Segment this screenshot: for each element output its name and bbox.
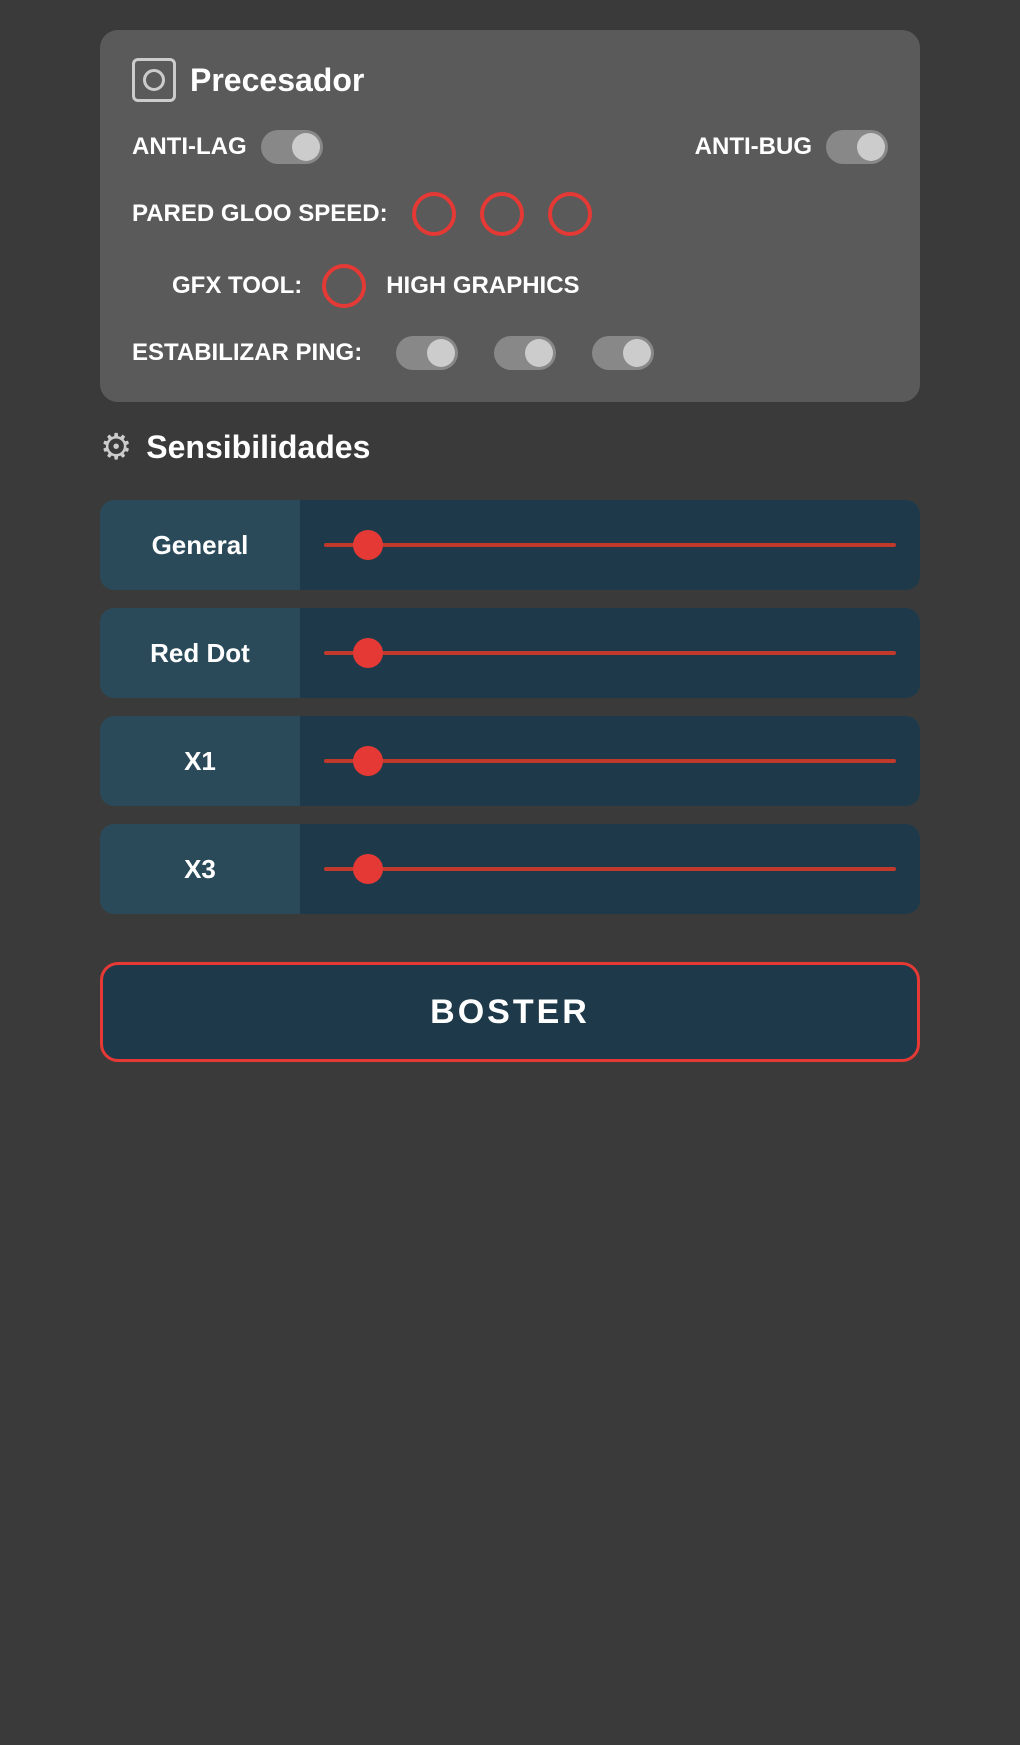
slider-general-label: General [152, 530, 249, 561]
gfx-label: GFX TOOL: [172, 272, 302, 300]
slider-x3-track[interactable] [324, 867, 896, 871]
slider-x1: X1 [100, 716, 920, 806]
slider-general-label-box: General [100, 500, 300, 590]
precesador-icon [132, 58, 176, 102]
slider-reddot-label-box: Red Dot [100, 608, 300, 698]
sensibilidades-title: Sensibilidades [146, 429, 370, 466]
anti-bug-label: ANTI-BUG [695, 133, 812, 161]
slider-reddot-thumb[interactable] [353, 638, 383, 668]
slider-x3-label-box: X3 [100, 824, 300, 914]
ping-toggle-3[interactable] [592, 336, 654, 370]
slider-x1-label-box: X1 [100, 716, 300, 806]
main-container: Precesador ANTI-LAG ANTI-BUG PARED GLOO … [100, 30, 920, 1062]
sensibilidades-header: ⚙ Sensibilidades [100, 426, 920, 468]
gfx-row: GFX TOOL: HIGH GRAPHICS [132, 264, 888, 308]
pared-radio-3[interactable] [548, 192, 592, 236]
anti-lag-item: ANTI-LAG [132, 130, 323, 164]
anti-bug-toggle[interactable] [826, 130, 888, 164]
slider-x1-track[interactable] [324, 759, 896, 763]
ping-toggle-2[interactable] [494, 336, 556, 370]
precesador-card: Precesador ANTI-LAG ANTI-BUG PARED GLOO … [100, 30, 920, 402]
slider-x1-label: X1 [184, 746, 216, 777]
pared-radio-1[interactable] [412, 192, 456, 236]
pared-radio-2[interactable] [480, 192, 524, 236]
sliders-container: General Red Dot X1 [100, 500, 920, 932]
slider-reddot-label: Red Dot [150, 638, 250, 669]
estabilizar-row: ESTABILIZAR PING: [132, 336, 888, 370]
anti-lag-label: ANTI-LAG [132, 133, 247, 161]
anti-bug-item: ANTI-BUG [695, 130, 888, 164]
gfx-radio[interactable] [322, 264, 366, 308]
slider-x3-label: X3 [184, 854, 216, 885]
pared-row: PARED GLOO SPEED: [132, 192, 888, 236]
slider-x3: X3 [100, 824, 920, 914]
precesador-header: Precesador [132, 58, 888, 102]
slider-general-thumb[interactable] [353, 530, 383, 560]
slider-x3-track-box [300, 824, 920, 914]
boster-button[interactable]: BOSTER [100, 962, 920, 1062]
slider-reddot-track[interactable] [324, 651, 896, 655]
estabilizar-label: ESTABILIZAR PING: [132, 339, 362, 367]
high-graphics-label: HIGH GRAPHICS [386, 272, 579, 300]
gear-icon: ⚙ [100, 426, 132, 468]
ping-toggle-1[interactable] [396, 336, 458, 370]
slider-reddot-track-box [300, 608, 920, 698]
slider-reddot: Red Dot [100, 608, 920, 698]
pared-label: PARED GLOO SPEED: [132, 200, 388, 228]
slider-general-track[interactable] [324, 543, 896, 547]
toggle-row: ANTI-LAG ANTI-BUG [132, 130, 888, 164]
slider-general: General [100, 500, 920, 590]
slider-general-track-box [300, 500, 920, 590]
precesador-title: Precesador [190, 62, 364, 99]
slider-x1-track-box [300, 716, 920, 806]
anti-lag-toggle[interactable] [261, 130, 323, 164]
slider-x3-thumb[interactable] [353, 854, 383, 884]
slider-x1-thumb[interactable] [353, 746, 383, 776]
